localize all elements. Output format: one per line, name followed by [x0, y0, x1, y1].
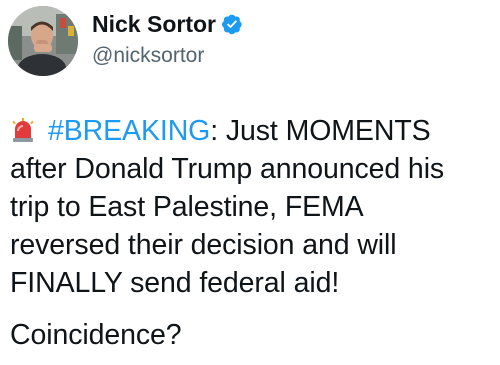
avatar[interactable]	[8, 6, 78, 76]
siren-icon	[10, 115, 36, 142]
tweet-text: #BREAKING: Just MOMENTS after Donald Tru…	[10, 112, 494, 354]
display-name-row: Nick Sortor	[92, 10, 243, 38]
tweet-card: Nick Sortor @nicksortor #BREAKING: Just …	[0, 0, 500, 365]
handle[interactable]: @nicksortor	[92, 44, 243, 68]
verified-badge-icon	[221, 13, 243, 35]
tweet-line-4: reversed their decision and will	[10, 229, 397, 261]
author-info: Nick Sortor @nicksortor	[92, 10, 243, 68]
tweet-line-2: after Donald Trump announced his	[10, 153, 445, 185]
profile-photo-icon	[8, 6, 78, 76]
tweet-text-segment: : Just MOMENTS	[210, 115, 431, 147]
tweet-closing-line: Coincidence?	[10, 319, 182, 351]
tweet-line-5: FINALLY send federal aid!	[10, 267, 340, 299]
display-name[interactable]: Nick Sortor	[92, 11, 216, 38]
hashtag-link[interactable]: #BREAKING	[48, 115, 210, 147]
tweet-line-3: trip to East Palestine, FEMA	[10, 191, 364, 223]
tweet-line-1: #BREAKING: Just MOMENTS	[10, 112, 494, 150]
